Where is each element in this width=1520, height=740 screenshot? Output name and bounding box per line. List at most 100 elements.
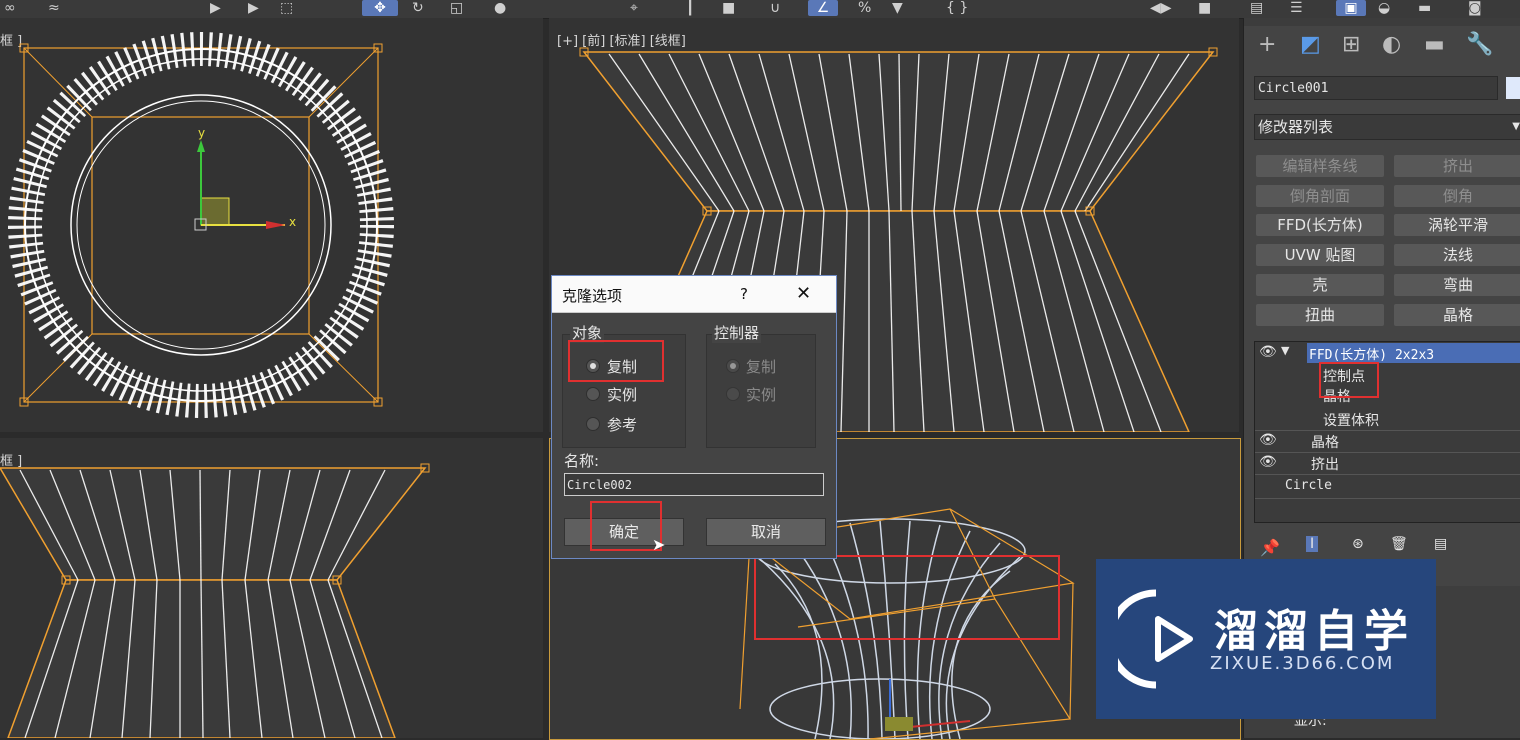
scale-icon[interactable]: ◱ <box>450 0 463 16</box>
modify-tab-icon[interactable]: ◩ <box>1300 32 1321 57</box>
clone-options-dialog: 克隆选项 ? ✕ 对象 复制 实例 参考 控制器 复制 实例 名称: 确定 取消… <box>551 275 837 559</box>
display-tab-icon[interactable]: ▬ <box>1424 32 1445 57</box>
divider <box>1255 430 1520 431</box>
box-icon[interactable]: ■ <box>722 0 735 16</box>
select-icon[interactable]: ▶ <box>210 0 221 16</box>
percent-snap-icon[interactable]: % <box>858 0 871 16</box>
modifier-button[interactable]: 编辑样条线 <box>1256 155 1384 177</box>
rect-select-icon[interactable]: ⬚ <box>280 0 293 16</box>
watermark-url: ZIXUE.3D66.COM <box>1210 653 1395 674</box>
mouse-cursor-icon: ➤ <box>652 535 666 554</box>
object-instance-radio[interactable] <box>586 387 600 401</box>
trash-icon[interactable]: 🗑 <box>1390 536 1408 552</box>
object-color-swatch[interactable] <box>1506 77 1520 99</box>
controller-instance-radio[interactable] <box>726 387 740 401</box>
align-icon[interactable]: ■ <box>1198 0 1211 16</box>
layer-icon[interactable]: ▤ <box>1250 0 1263 16</box>
divider <box>1255 474 1520 475</box>
chevron-down-icon: ▼ <box>1512 121 1520 132</box>
modifier-list-dropdown[interactable]: 修改器列表 ▼ <box>1254 114 1520 140</box>
controller-instance-label[interactable]: 实例 <box>746 384 776 405</box>
move-icon[interactable]: ✥ <box>362 0 398 16</box>
curve-editor-icon[interactable]: ◒ <box>1378 0 1390 16</box>
configure-icon[interactable]: ▤ <box>1434 536 1447 552</box>
modifier-button[interactable]: 倒角剖面 <box>1256 185 1384 207</box>
viewport-left[interactable]: 框 ] <box>0 438 543 738</box>
material-icon[interactable]: ◙ <box>1468 0 1482 16</box>
sphere-icon[interactable]: ● <box>494 0 506 16</box>
hierarchy-tab-icon[interactable]: ⊞ <box>1342 32 1360 57</box>
snap-icon[interactable]: ⌖ <box>630 0 638 16</box>
main-toolbar: ∞ ≈ ▶ ▶ ⬚ ✥ ↻ ◱ ● ⌖ ┃ ■ ∪ ∠ % ▼ { } ◀▶ ■… <box>0 0 1520 19</box>
stack-item-extrude[interactable]: 挤出 <box>1311 454 1339 474</box>
stack-item-circle[interactable]: Circle <box>1285 478 1332 493</box>
stack-item-lattice[interactable]: 晶格 <box>1311 432 1339 452</box>
rotate-icon[interactable]: ↻ <box>412 0 424 16</box>
left-view-wireframe <box>0 463 430 738</box>
help-button[interactable]: ? <box>740 285 748 303</box>
modifier-button[interactable]: 晶格 <box>1394 304 1520 326</box>
utilities-tab-icon[interactable]: 🔧 <box>1466 32 1493 57</box>
modifier-button[interactable]: 扭曲 <box>1256 304 1384 326</box>
dialog-title: 克隆选项 <box>562 287 623 305</box>
modifier-button[interactable]: 涡轮平滑 <box>1394 214 1520 236</box>
pin-stack-icon[interactable]: 📌 <box>1260 538 1280 557</box>
modifier-list-label: 修改器列表 <box>1258 118 1334 136</box>
divider <box>1255 452 1520 453</box>
dialog-titlebar: 克隆选项 ? ✕ <box>552 276 836 313</box>
modifier-button[interactable]: 倒角 <box>1394 185 1520 207</box>
controller-copy-label[interactable]: 复制 <box>746 356 776 377</box>
angle-snap-icon[interactable]: ∠ <box>808 0 838 16</box>
link-icon[interactable]: ∞ <box>4 0 16 16</box>
spinner-icon[interactable]: ▼ <box>892 0 903 16</box>
watermark: 溜溜自学 ZIXUE.3D66.COM <box>1096 559 1436 719</box>
stack-item-ffd[interactable]: FFD(长方体) 2x2x3 <box>1309 344 1434 363</box>
panel-top-strip <box>1244 18 1520 26</box>
brace-icon[interactable]: { } <box>946 0 968 16</box>
object-name-input[interactable] <box>1254 76 1498 100</box>
highlight-box <box>1319 362 1379 398</box>
object-reference-label[interactable]: 参考 <box>607 414 637 435</box>
modifier-button[interactable]: 壳 <box>1256 274 1384 296</box>
create-tab-icon[interactable]: + <box>1258 32 1276 57</box>
controller-group-title: 控制器 <box>712 322 762 343</box>
axis-x-label: x <box>289 215 297 229</box>
object-reference-radio[interactable] <box>586 417 600 431</box>
schematic-icon[interactable]: ▬ <box>1418 0 1431 16</box>
magnet-icon[interactable]: ∪ <box>770 0 780 16</box>
close-button[interactable]: ✕ <box>796 283 811 304</box>
modifier-button[interactable]: 挤出 <box>1394 155 1520 177</box>
cancel-button[interactable]: 取消 <box>706 518 826 546</box>
divider <box>1255 498 1520 499</box>
motion-tab-icon[interactable]: ◐ <box>1382 32 1401 57</box>
highlight-box <box>568 340 664 382</box>
ribbon-icon[interactable]: ▣ <box>1336 0 1366 16</box>
play-logo-icon <box>1118 589 1193 689</box>
eye-icon[interactable]: 👁 <box>1259 454 1277 470</box>
eye-icon[interactable]: 👁 <box>1259 344 1277 360</box>
pin-icon[interactable]: ┃ <box>686 0 694 16</box>
viewport-top[interactable]: 框 ] y x <box>0 18 543 432</box>
modifier-stack: 👁 ▼ FFD(长方体) 2x2x3 控制点 晶格 设置体积 👁 晶格 👁 挤出… <box>1254 341 1520 523</box>
modifier-button[interactable]: UVW 贴图 <box>1256 244 1384 266</box>
object-instance-label[interactable]: 实例 <box>607 384 637 405</box>
wave-icon[interactable]: ≈ <box>48 0 60 16</box>
mirror-icon[interactable]: ◀▶ <box>1150 0 1172 16</box>
modifier-button[interactable]: 法线 <box>1394 244 1520 266</box>
axis-y-label: y <box>198 126 206 140</box>
name-input[interactable] <box>564 473 824 496</box>
stack-subitem-set-volume[interactable]: 设置体积 <box>1323 410 1379 430</box>
show-end-result-icon[interactable]: Ⅰ <box>1306 536 1319 552</box>
modifier-button[interactable]: FFD(长方体) <box>1256 214 1384 236</box>
eye-icon[interactable]: 👁 <box>1259 432 1277 448</box>
modifier-button[interactable]: 弯曲 <box>1394 274 1520 296</box>
stack-icon[interactable]: ☰ <box>1290 0 1303 16</box>
top-view-circle-wireframe <box>8 32 394 418</box>
select-name-icon[interactable]: ▶ <box>248 0 259 16</box>
controller-copy-radio[interactable] <box>726 359 740 373</box>
highlight-box <box>754 555 1060 640</box>
watermark-title: 溜溜自学 <box>1214 606 1414 657</box>
expand-icon[interactable]: ▼ <box>1281 344 1289 357</box>
name-label: 名称: <box>564 452 600 470</box>
make-unique-icon[interactable]: ⊛ <box>1352 536 1364 552</box>
